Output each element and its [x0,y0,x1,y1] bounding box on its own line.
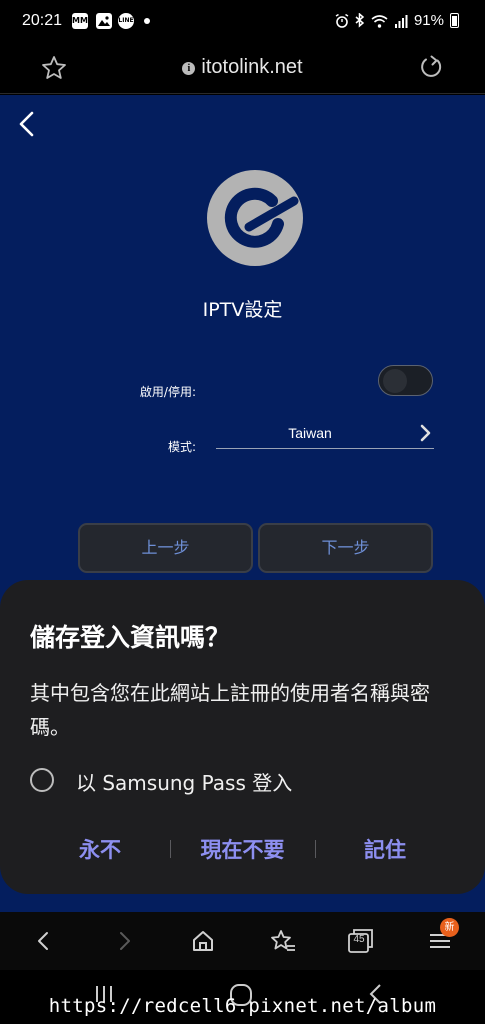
home-icon[interactable] [188,926,218,956]
battery-icon [450,13,459,28]
toggle-knob [383,369,407,393]
divider [170,840,171,858]
mode-label: 模式: [167,440,196,454]
battery-level: 91% [413,12,444,29]
samsung-pass-label[interactable]: 以 Samsung Pass 登入 [76,767,292,796]
samsung-pass-radio[interactable] [30,768,54,792]
watermark-text: https://redcell6.pixnet.net/album [48,995,437,1017]
never-button[interactable]: 永不 [60,834,140,864]
signal-icon [394,14,408,28]
prev-step-button[interactable]: 上一步 [78,523,253,573]
dialog-body: 其中包含您在此網站上註冊的使用者名稱與密碼。 [30,681,430,739]
gallery-icon [96,13,112,29]
enable-toggle[interactable] [378,365,433,396]
not-now-button[interactable]: 現在不要 [180,834,305,864]
mode-value: Taiwan [288,425,332,441]
wifi-icon [371,14,388,28]
bluetooth-icon [355,13,365,28]
status-right: 91% [335,12,459,29]
dialog-actions: 永不 現在不要 記住 [0,834,485,864]
totolink-logo-icon [207,170,303,266]
alarm-icon [335,13,349,28]
mm-icon: MM [72,13,88,29]
forward-icon[interactable] [110,926,140,956]
next-step-button[interactable]: 下一步 [258,523,433,573]
url-field[interactable]: i itotolink.net [0,56,485,79]
chevron-right-icon [420,424,431,442]
back-icon[interactable] [28,926,58,956]
enable-label: 啟用/停用: [139,385,196,399]
page-title: IPTV設定 [202,299,283,321]
status-time: 20:21 [22,12,63,29]
reload-icon[interactable] [417,54,445,82]
bookmarks-icon[interactable] [268,926,298,956]
more-notifications-dot [144,18,150,24]
new-badge: 新 [440,918,459,937]
url-text: itotolink.net [201,56,303,78]
status-bar: 20:21 MM LINE 91% [0,0,485,44]
dialog-title: 儲存登入資訊嗎？ [30,623,231,652]
mode-select[interactable]: Taiwan [216,417,434,449]
line-icon: LINE [118,13,134,29]
divider [315,840,316,858]
back-arrow-icon[interactable] [14,109,40,139]
info-icon[interactable]: i [182,62,196,75]
browser-toolbar: 45 [0,912,485,970]
browser-url-bar: i itotolink.net [0,44,485,94]
remember-button[interactable]: 記住 [345,834,425,864]
tab-count: 45 [353,934,365,945]
save-login-dialog: 儲存登入資訊嗎？ 其中包含您在此網站上註冊的使用者名稱與密碼。 以 Samsun… [0,580,485,894]
